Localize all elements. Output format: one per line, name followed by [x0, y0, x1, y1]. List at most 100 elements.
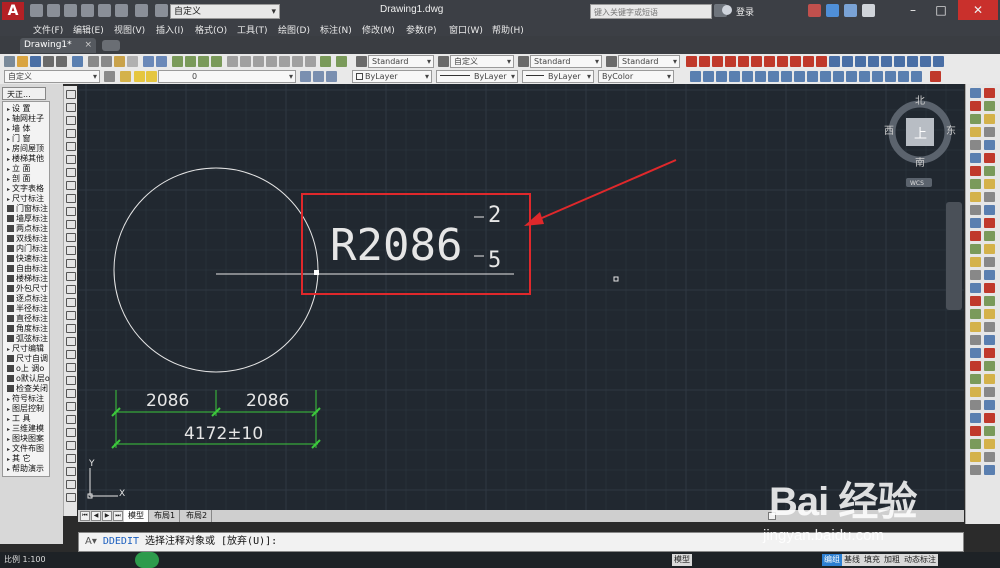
tool-icon[interactable]: [984, 205, 995, 215]
draw-tool-icon[interactable]: [66, 415, 76, 424]
dim-continue-icon[interactable]: [816, 56, 827, 67]
layer-previous-icon[interactable]: [313, 71, 324, 82]
prev-tab-icon[interactable]: ◀: [91, 511, 101, 521]
dim-radius-icon[interactable]: [738, 56, 749, 67]
properties-icon[interactable]: [227, 56, 238, 67]
modify-icon-2[interactable]: [703, 71, 714, 82]
tool-icon[interactable]: [970, 218, 981, 228]
search-input[interactable]: 键入关键字或短语: [590, 4, 712, 19]
layer-properties-icon[interactable]: [120, 71, 131, 82]
save-icon[interactable]: [64, 4, 77, 17]
pan-icon-2[interactable]: [320, 56, 331, 67]
tool-icon[interactable]: [984, 179, 995, 189]
draw-tool-icon[interactable]: [66, 155, 76, 164]
palette-item[interactable]: ▸ 门 窗: [3, 134, 50, 144]
print-icon[interactable]: [98, 4, 111, 17]
palette-item[interactable]: 直径标注: [3, 314, 50, 324]
tab-layout2[interactable]: 布局2: [182, 510, 213, 522]
tool-icon[interactable]: [984, 361, 995, 371]
stay-connected-icon[interactable]: [844, 4, 857, 17]
close-tab-icon[interactable]: ×: [84, 38, 92, 53]
palette-item[interactable]: ▸ 帮助演示: [3, 464, 50, 474]
draw-tool-icon[interactable]: [66, 493, 76, 502]
palette-item[interactable]: ▸ 尺寸编辑: [3, 344, 50, 354]
dim-angular-icon[interactable]: [777, 56, 788, 67]
tool-icon[interactable]: [984, 101, 995, 111]
tool-icon[interactable]: [984, 296, 995, 306]
menu-insert[interactable]: 插入(I): [156, 23, 184, 36]
dim-jogged-icon[interactable]: [751, 56, 762, 67]
palette-item[interactable]: 角度标注: [3, 324, 50, 334]
tool-icon[interactable]: [970, 439, 981, 449]
palette-item[interactable]: ▸ 其 它: [3, 454, 50, 464]
minimize-button[interactable]: –: [900, 0, 926, 20]
draw-tool-icon[interactable]: [66, 142, 76, 151]
tool-icon[interactable]: [970, 400, 981, 410]
linetype-select[interactable]: ByLayer ▾: [436, 70, 518, 83]
tool-icon[interactable]: [984, 452, 995, 462]
layer-state-icon[interactable]: [326, 71, 337, 82]
modify-icon-8[interactable]: [781, 71, 792, 82]
palette-item[interactable]: ▸ 立 面: [3, 164, 50, 174]
dim-space-icon[interactable]: [829, 56, 840, 67]
tool-icon[interactable]: [970, 413, 981, 423]
file-tab-drawing1[interactable]: Drawing1* ×: [20, 38, 96, 53]
menu-file[interactable]: 文件(F): [33, 23, 63, 36]
palette-item[interactable]: 尺寸自调: [3, 354, 50, 364]
draw-tool-icon[interactable]: [66, 363, 76, 372]
draw-tool-icon[interactable]: [66, 402, 76, 411]
workspace-select[interactable]: 自定义 ▾: [170, 4, 280, 19]
drawing-canvas[interactable]: R2086 2 5 2086 2086 4172±10 Y X 上 北 南 东 …: [78, 84, 964, 510]
lineweight-select[interactable]: ByLayer ▾: [522, 70, 594, 83]
modify-icon-4[interactable]: [729, 71, 740, 82]
status-fill[interactable]: 填充: [862, 554, 882, 566]
menu-format[interactable]: 格式(O): [195, 23, 227, 36]
modify-icon-10[interactable]: [807, 71, 818, 82]
dim-break-icon[interactable]: [842, 56, 853, 67]
dim-total-text[interactable]: 4172±10: [184, 424, 263, 444]
menu-parametric[interactable]: 参数(P): [406, 23, 436, 36]
tool-icon[interactable]: [970, 387, 981, 397]
draw-tool-icon[interactable]: [66, 129, 76, 138]
tool-icon[interactable]: [984, 465, 995, 475]
draw-tool-icon[interactable]: [66, 350, 76, 359]
sheetset-icon[interactable]: [266, 56, 277, 67]
drawing-svg[interactable]: R2086 2 5 2086 2086 4172±10 Y X 上 北 南 东 …: [78, 84, 964, 510]
scale-readout[interactable]: 比例 1:100: [4, 554, 46, 565]
palette-item[interactable]: ▸ 工 具: [3, 414, 50, 424]
dim-linear-icon[interactable]: [686, 56, 697, 67]
horizontal-scrollbar-thumb[interactable]: [768, 512, 776, 520]
close-button[interactable]: ✕: [958, 0, 998, 20]
palette-item[interactable]: ▸ 剖 面: [3, 174, 50, 184]
undo-icon[interactable]: [115, 4, 128, 17]
dim-ordinate-icon[interactable]: [725, 56, 736, 67]
draw-tool-icon[interactable]: [66, 311, 76, 320]
palette-item[interactable]: ▸ 三维建模: [3, 424, 50, 434]
draw-tool-icon[interactable]: [66, 168, 76, 177]
tool-icon[interactable]: [970, 179, 981, 189]
undo-icon[interactable]: [143, 56, 154, 67]
menu-draw[interactable]: 绘图(D): [278, 23, 310, 36]
tool-icon[interactable]: [984, 283, 995, 293]
dim-edit-icon[interactable]: [907, 56, 918, 67]
login-link[interactable]: 登录: [736, 5, 754, 18]
table-style-select[interactable]: Standard ▾: [530, 55, 602, 68]
qdim-icon[interactable]: [790, 56, 801, 67]
menu-edit[interactable]: 编辑(E): [73, 23, 104, 36]
tool-icon[interactable]: [984, 218, 995, 228]
palette-item[interactable]: 自由标注: [3, 264, 50, 274]
draw-tool-icon[interactable]: [66, 90, 76, 99]
dim-left-text[interactable]: 2086: [146, 391, 189, 411]
draw-tool-icon[interactable]: [66, 103, 76, 112]
next-tab-icon[interactable]: ▶: [102, 511, 112, 521]
tool-icon[interactable]: [970, 426, 981, 436]
draw-tool-icon[interactable]: [66, 480, 76, 489]
palette-item[interactable]: ▸ 图层控制: [3, 404, 50, 414]
palette-item[interactable]: 墙厚标注: [3, 214, 50, 224]
viewcube-north[interactable]: 北: [915, 95, 925, 107]
tool-icon[interactable]: [970, 166, 981, 176]
tool-icon[interactable]: [984, 192, 995, 202]
tool-icon[interactable]: [984, 348, 995, 358]
modify-icon-17[interactable]: [898, 71, 909, 82]
copy-icon[interactable]: [101, 56, 112, 67]
